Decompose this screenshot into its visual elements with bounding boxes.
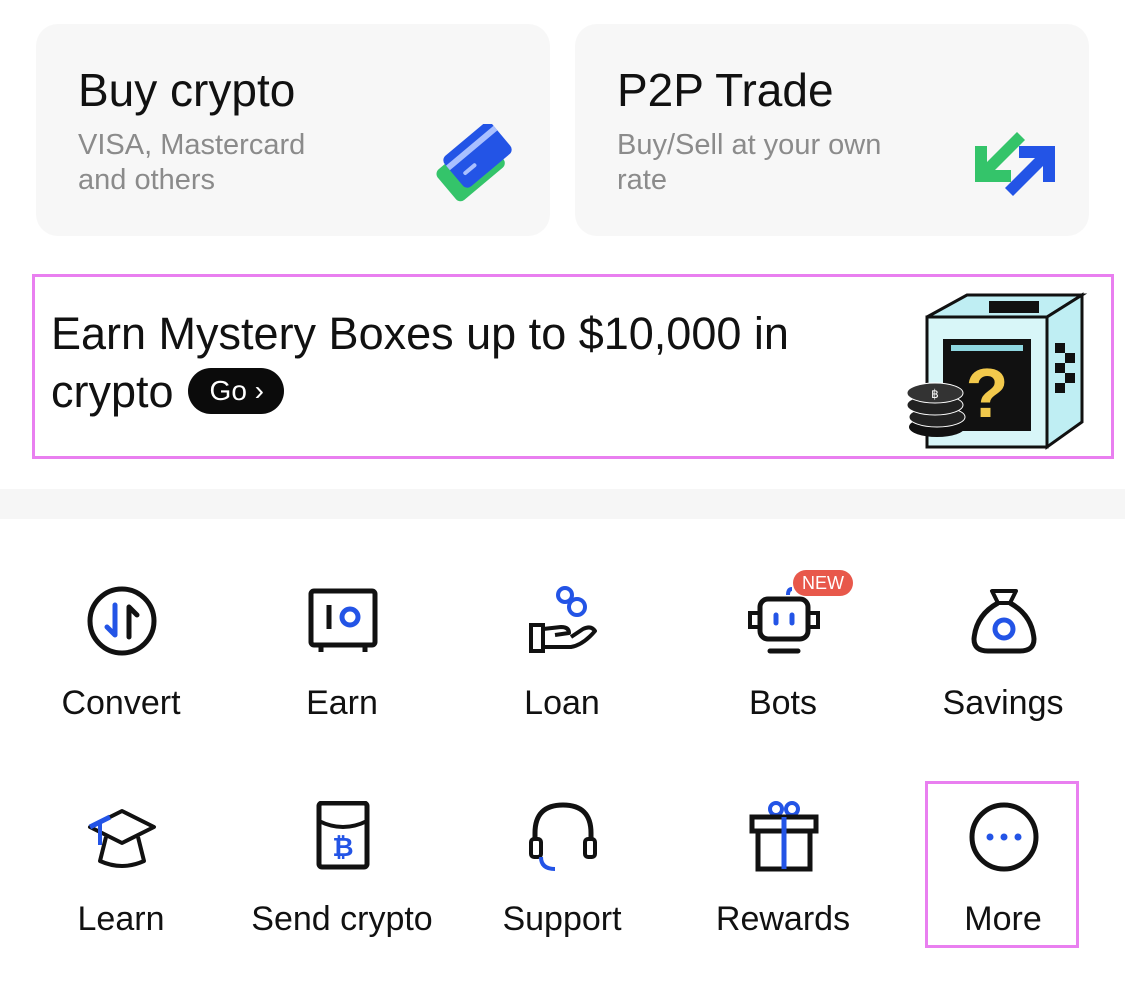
promo-text: Earn Mystery Boxes up to $10,000 in cryp…: [51, 308, 789, 417]
shortcut-label: Rewards: [715, 900, 851, 938]
svg-text:฿: ฿: [931, 387, 939, 401]
loan-hand-coins-icon: [529, 586, 597, 653]
shortcut-send-crypto[interactable]: ₿ Send crypto: [232, 801, 452, 971]
graduation-cap-icon: [88, 809, 156, 868]
money-bag-icon: [971, 589, 1037, 654]
buy-crypto-card[interactable]: Buy crypto VISA, Mastercard and others: [36, 24, 550, 236]
p2p-trade-subtitle: Buy/Sell at your own rate: [617, 129, 882, 196]
shortcut-label: Support: [502, 900, 622, 938]
shortcut-earn[interactable]: Earn: [232, 585, 452, 755]
shortcut-label: Loan: [524, 684, 600, 722]
swap-arrows-icon: [975, 132, 1055, 196]
shortcut-rewards[interactable]: Rewards: [673, 801, 893, 971]
shortcut-label: Earn: [306, 684, 378, 722]
buy-crypto-subtitle: VISA, Mastercard and others: [78, 129, 306, 196]
new-badge: NEW: [793, 570, 853, 596]
shortcut-savings[interactable]: Savings: [893, 585, 1113, 755]
p2p-trade-card[interactable]: P2P Trade Buy/Sell at your own rate: [575, 24, 1089, 236]
shortcut-label: Learn: [77, 900, 165, 938]
safe-icon: [308, 588, 378, 652]
convert-icon: [87, 586, 157, 656]
shortcut-convert[interactable]: Convert: [11, 585, 231, 755]
shortcut-label: Send crypto: [251, 900, 433, 938]
shortcut-bots[interactable]: NEW Bots: [673, 570, 893, 755]
headset-icon: [529, 802, 597, 871]
shortcut-loan[interactable]: Loan: [452, 585, 672, 755]
gift-icon: [749, 801, 819, 872]
svg-text:?: ?: [966, 354, 1009, 432]
buy-crypto-title: Buy crypto: [78, 64, 296, 116]
mystery-box-promo[interactable]: Earn Mystery Boxes up to $10,000 in cryp…: [32, 274, 1114, 459]
shortcut-label: Bots: [748, 684, 818, 722]
promo-text-block: Earn Mystery Boxes up to $10,000 in cryp…: [51, 305, 871, 421]
mystery-box-illustration: ? ฿: [907, 292, 1088, 450]
shortcut-learn[interactable]: Learn: [11, 801, 231, 971]
p2p-trade-title: P2P Trade: [617, 64, 834, 116]
card-icon: [436, 124, 512, 202]
shortcut-support[interactable]: Support: [452, 801, 672, 971]
svg-text:₿: ₿: [332, 832, 353, 862]
shortcut-label: Savings: [942, 684, 1064, 722]
go-button[interactable]: Go ›: [187, 368, 285, 415]
shortcut-label: Convert: [61, 684, 181, 722]
more-highlight-box: [925, 781, 1079, 948]
section-divider: [0, 489, 1125, 519]
red-packet-icon: ₿: [316, 801, 370, 870]
